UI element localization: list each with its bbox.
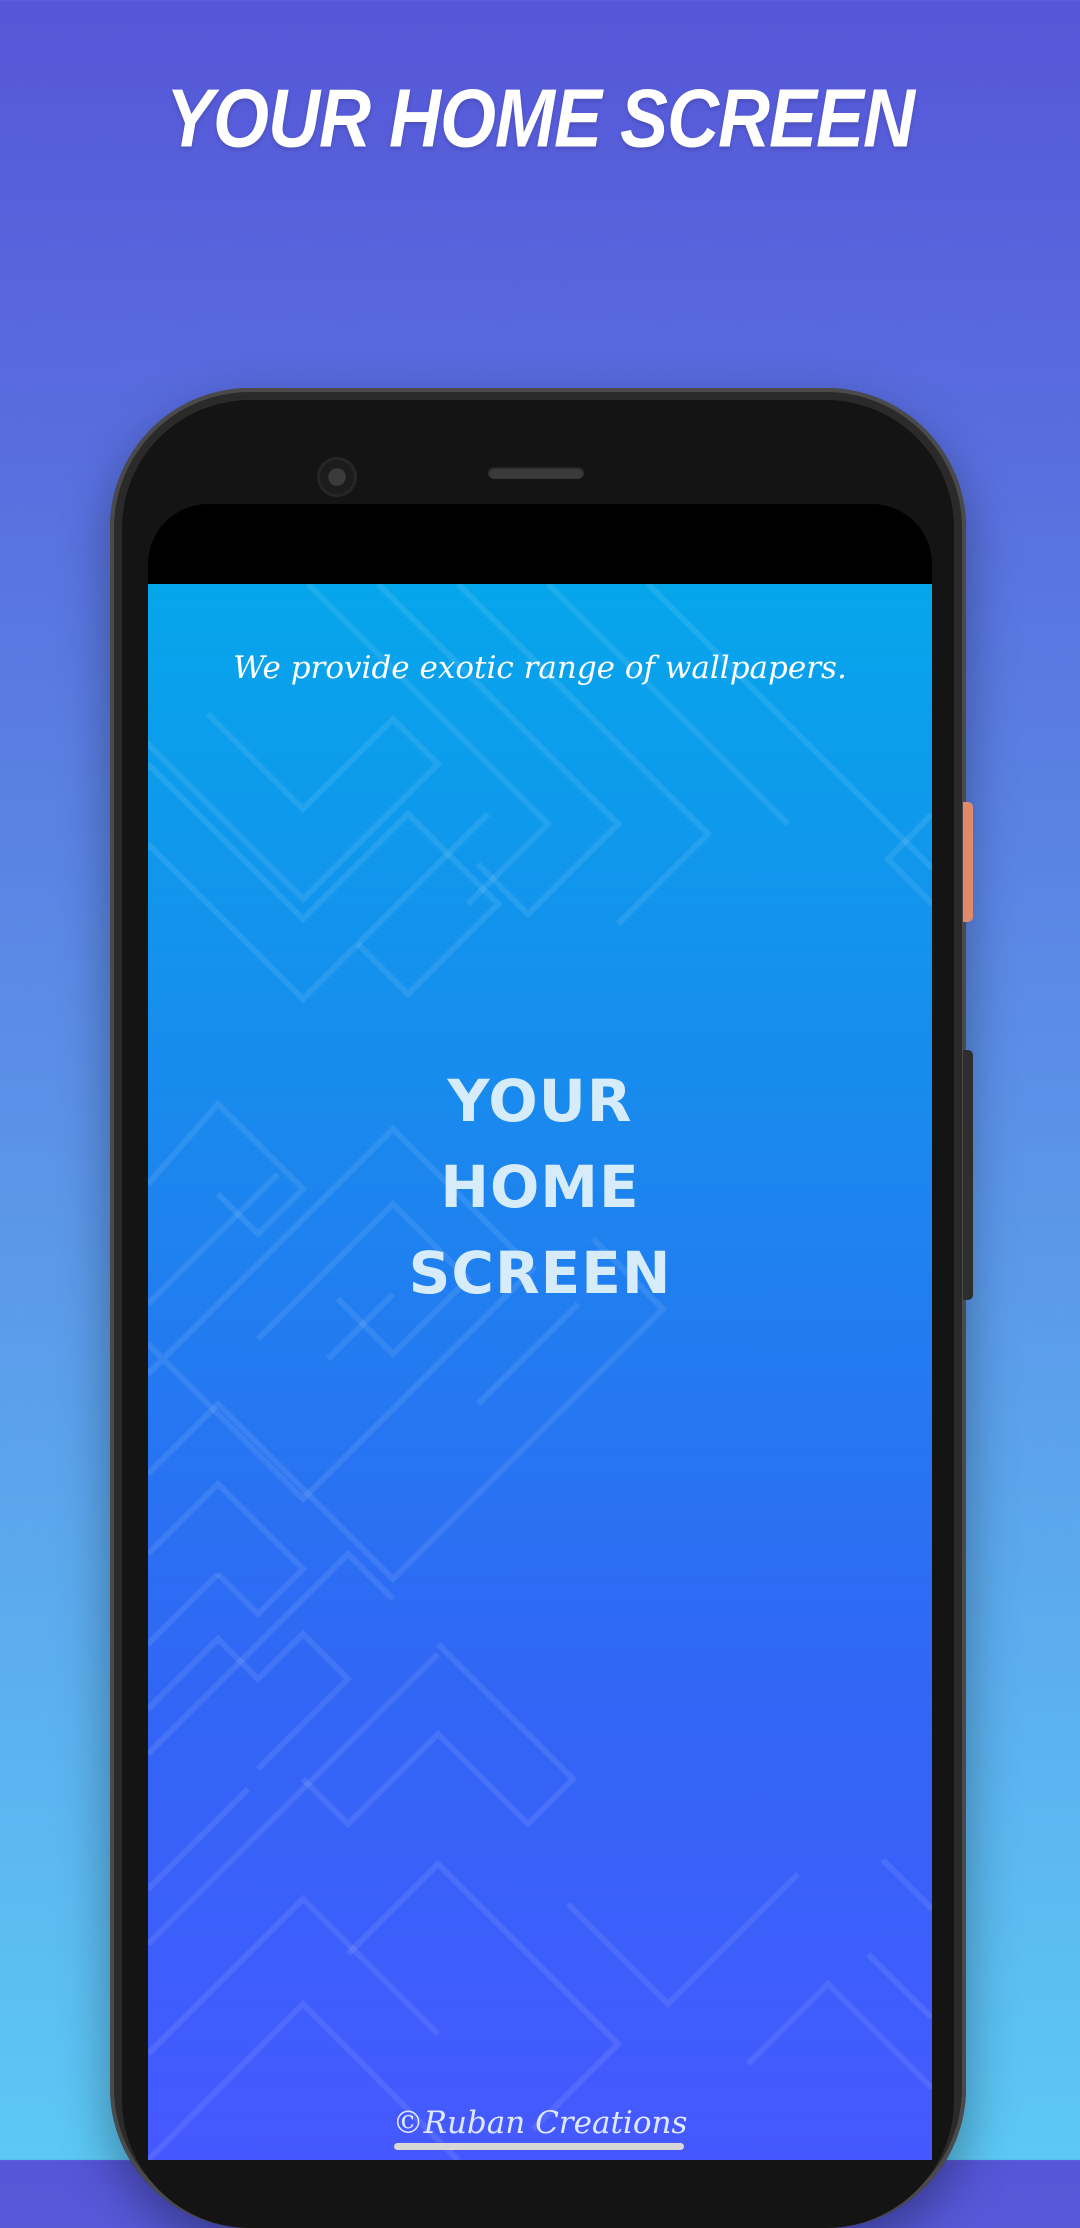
home-gesture-bar[interactable] [394,2143,684,2150]
tagline: We provide exotic range of wallpapers. [233,650,847,686]
power-button [963,802,973,922]
title-line: YOUR [447,1067,633,1135]
volume-button [963,1050,973,1300]
home-screen-title: YOUR HOME SCREEN [148,1058,932,1316]
wallpaper: We provide exotic range of wallpapers. Y… [148,584,932,2160]
title-line: HOME [440,1153,640,1221]
copyright-text: ©Ruban Creations [392,2105,688,2141]
banner-title: YOUR HOME SCREEN [165,73,915,165]
front-camera-icon [317,457,357,497]
phone-screen: We provide exotic range of wallpapers. Y… [148,504,932,2160]
title-line: SCREEN [408,1239,672,1307]
earpiece-speaker-icon [488,467,584,479]
maze-pattern [148,584,932,2160]
